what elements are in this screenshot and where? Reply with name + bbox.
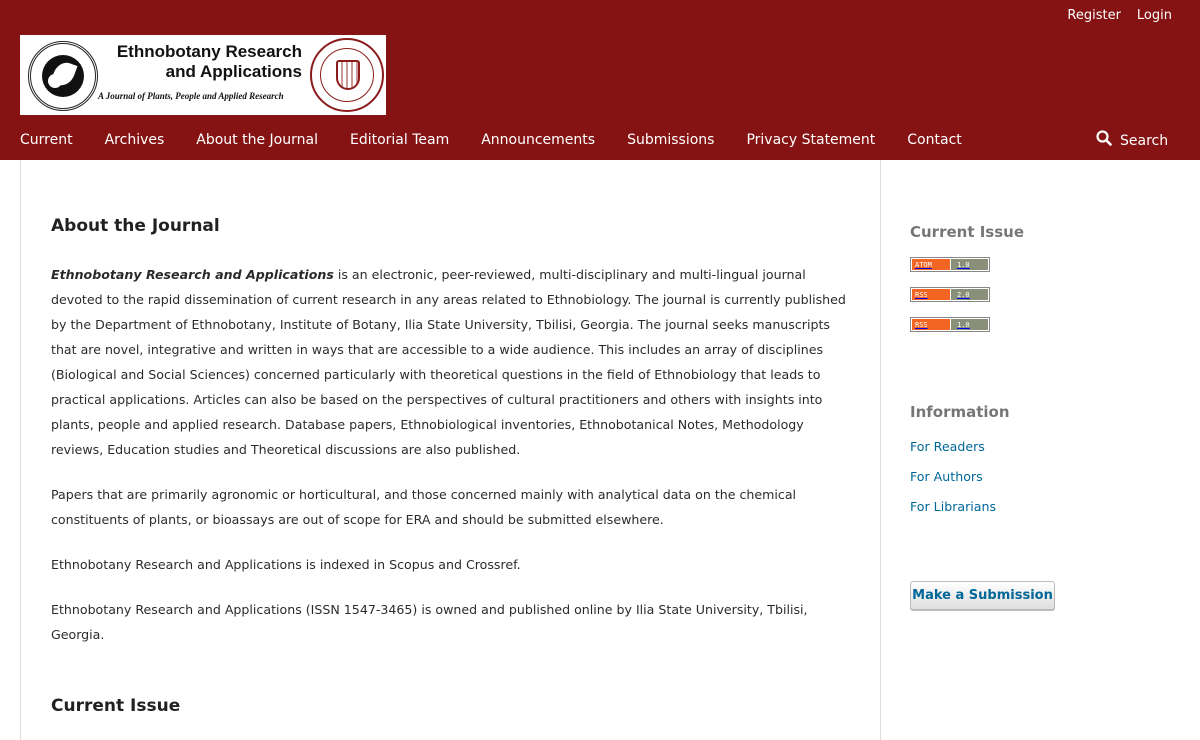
logo-title-line1: Ethnobotany Research [116, 42, 302, 61]
login-link[interactable]: Login [1129, 7, 1180, 25]
make-submission-button[interactable]: Make a Submission [910, 581, 1055, 611]
ownership-paragraph: Ethnobotany Research and Applications (I… [51, 602, 808, 642]
page-title: About the Journal [51, 216, 220, 236]
site-header: Register Login Ethnobotany Research and … [0, 0, 1200, 160]
nav-archives[interactable]: Archives [105, 130, 165, 150]
rss1-feed-badge[interactable]: RSS 1.0 [910, 317, 990, 332]
journal-name-emphasis: Ethnobotany Research and Applications [51, 267, 334, 282]
nav-announcements[interactable]: Announcements [481, 130, 595, 150]
rss2-feed-badge[interactable]: RSS 2.0 [910, 287, 990, 302]
logo-title: Ethnobotany Research and Applications [102, 42, 302, 82]
intro-text: is an electronic, peer-reviewed, multi-d… [51, 267, 846, 457]
journal-emblem-icon [28, 41, 98, 111]
journal-logo[interactable]: Ethnobotany Research and Applications A … [20, 35, 386, 115]
for-librarians-link[interactable]: For Librarians [910, 498, 1170, 516]
search-icon [1096, 130, 1112, 152]
user-nav: Register Login [1059, 7, 1180, 25]
for-readers-link[interactable]: For Readers [910, 438, 1170, 456]
search-label: Search [1120, 133, 1169, 149]
nav-contact[interactable]: Contact [907, 130, 961, 150]
logo-subtitle: A Journal of Plants, People and Applied … [98, 91, 284, 101]
university-seal-icon [310, 38, 384, 112]
journal-description: Ethnobotany Research and Applications is… [51, 262, 859, 667]
feed-badge-right: 1.0 [951, 318, 989, 331]
main-content: About the Journal Ethnobotany Research a… [20, 160, 881, 740]
intro-paragraph: Ethnobotany Research and Applications is… [51, 262, 859, 462]
nav-privacy-statement[interactable]: Privacy Statement [746, 130, 875, 150]
indexing-paragraph: Ethnobotany Research and Applications is… [51, 557, 521, 572]
primary-nav: Current Archives About the Journal Edito… [20, 130, 994, 150]
register-link[interactable]: Register [1059, 7, 1129, 25]
nav-submissions[interactable]: Submissions [627, 130, 714, 150]
atom-feed-badge[interactable]: ATOM 1.0 [910, 257, 990, 272]
nav-about-journal[interactable]: About the Journal [196, 130, 318, 150]
sidebar: Current Issue ATOM 1.0 RSS 2.0 RSS 1.0 I… [910, 222, 1170, 516]
current-issue-heading: Current Issue [51, 696, 181, 716]
sidebar-information-heading: Information [910, 403, 1010, 421]
nav-current[interactable]: Current [20, 130, 73, 150]
logo-title-line2: and Applications [165, 62, 302, 81]
for-authors-link[interactable]: For Authors [910, 468, 1170, 486]
sidebar-current-issue-heading: Current Issue [910, 223, 1025, 241]
feed-badge-left: ATOM [911, 258, 951, 271]
nav-editorial-team[interactable]: Editorial Team [350, 130, 449, 150]
search-link[interactable]: Search [1096, 130, 1168, 152]
feed-badge-right: 2.0 [951, 288, 989, 301]
feed-badge-left: RSS [911, 288, 951, 301]
feed-badge-right: 1.0 [951, 258, 989, 271]
feed-badge-left: RSS [911, 318, 951, 331]
scope-paragraph: Papers that are primarily agronomic or h… [51, 487, 797, 527]
